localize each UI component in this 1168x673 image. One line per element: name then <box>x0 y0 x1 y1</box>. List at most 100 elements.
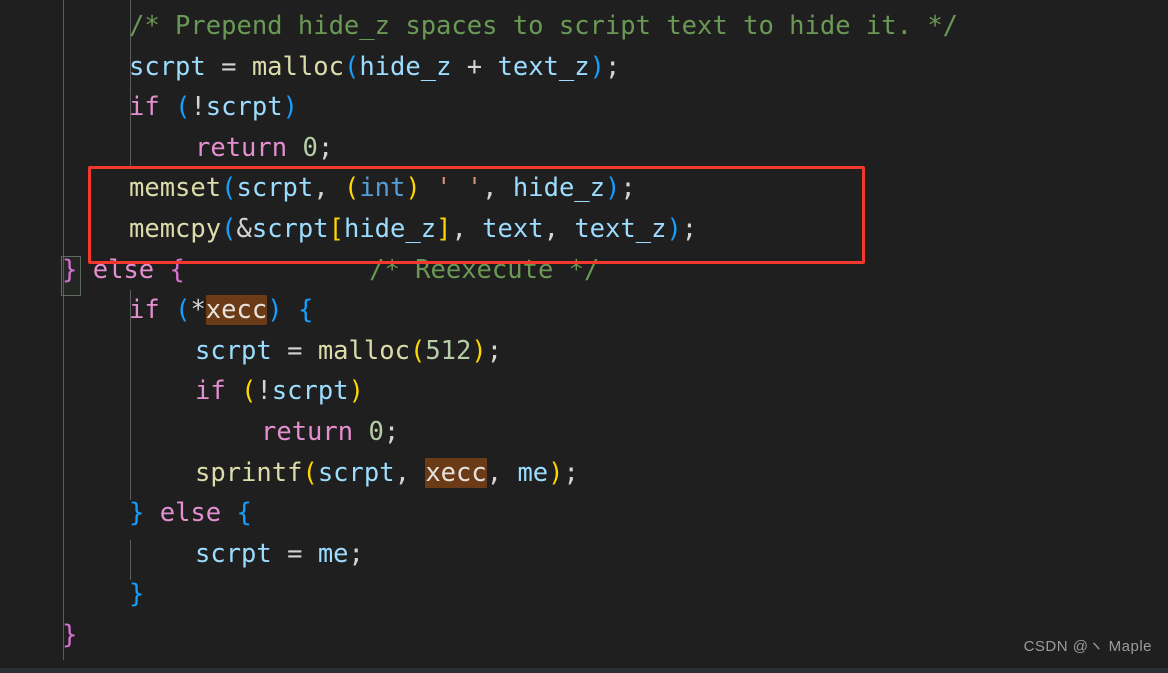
bottom-strip <box>0 668 1168 673</box>
code-token: malloc <box>317 335 410 366</box>
code-line-text: memset(scrpt, (int) ' ', hide_z); <box>129 168 636 209</box>
code-token: hide_z <box>512 173 606 204</box>
editor-surface[interactable]: /* Prepend hide_z spaces to script text … <box>0 0 1168 668</box>
code-token: { <box>236 498 252 529</box>
code-token: [ <box>328 214 344 244</box>
code-token: ; <box>563 457 579 488</box>
code-token: ( <box>221 173 237 204</box>
code-token: text <box>482 214 544 244</box>
code-token: ( <box>343 51 360 82</box>
code-token: & <box>236 214 252 244</box>
code-line[interactable]: sprintf(scrpt, xecc, me); <box>0 453 1168 494</box>
code-line[interactable]: return 0; <box>0 412 1168 453</box>
code-token: , <box>313 173 344 204</box>
code-line-text: return 0; <box>195 128 333 169</box>
code-line-text: /* Prepend hide_z spaces to script text … <box>129 6 958 47</box>
code-line-text: if (!scrpt) <box>195 371 364 412</box>
code-line-text: memcpy(&scrpt[hide_z], text, text_z); <box>129 209 697 250</box>
code-token: scrpt <box>236 173 314 204</box>
code-token: else <box>92 254 155 285</box>
code-line[interactable]: } else { /* Reexecute */ <box>0 250 1168 291</box>
code-token: ; <box>604 51 621 82</box>
code-token: ( <box>302 457 318 488</box>
code-token: text_z <box>574 214 667 244</box>
code-token: = <box>205 51 252 82</box>
code-token: else <box>159 498 222 529</box>
code-token: if <box>129 92 160 123</box>
code-token: ( <box>241 376 257 407</box>
code-line-text: } <box>129 574 144 615</box>
code-token: int <box>359 173 406 204</box>
code-line-text: } <box>62 615 77 656</box>
code-line[interactable]: } <box>0 615 1168 656</box>
code-line-text: scrpt = me; <box>195 534 364 575</box>
code-line[interactable]: } else { <box>0 493 1168 534</box>
code-token: memset <box>129 173 222 204</box>
code-token: ) <box>605 173 621 204</box>
code-token: if <box>195 376 226 407</box>
code-token: me <box>517 457 549 488</box>
code-token: scrpt <box>129 51 206 82</box>
code-token: return <box>195 132 288 163</box>
code-token: ( <box>343 173 360 204</box>
code-line[interactable]: if (!scrpt) <box>0 371 1168 412</box>
code-token: ) <box>666 214 682 244</box>
code-token: hide_z <box>343 214 437 244</box>
code-line-text: } else { <box>129 493 252 534</box>
code-token: = <box>271 335 318 366</box>
code-token: memcpy <box>129 214 222 244</box>
code-token: ; <box>486 335 503 366</box>
code-line-text: return 0; <box>261 412 399 453</box>
code-token: scrpt <box>195 335 272 366</box>
code-token: ) <box>267 295 283 326</box>
code-line[interactable]: memset(scrpt, (int) ' ', hide_z); <box>0 168 1168 209</box>
code-line[interactable]: } <box>0 574 1168 615</box>
code-token: ' ' <box>436 173 483 204</box>
code-line-text: scrpt = malloc(512); <box>195 331 502 372</box>
code-token: hide_z <box>359 51 452 82</box>
code-token: ( <box>221 214 237 244</box>
code-line[interactable]: return 0; <box>0 128 1168 169</box>
code-token: = <box>271 538 318 569</box>
code-token: scrpt <box>195 538 272 569</box>
code-token: } <box>129 579 145 610</box>
code-token: , <box>543 214 575 244</box>
code-line-text: scrpt = malloc(hide_z + text_z); <box>129 47 620 88</box>
code-line[interactable]: if (*xecc) { <box>0 290 1168 331</box>
code-token: ) <box>348 376 364 407</box>
code-token: xecc <box>425 457 487 488</box>
code-line[interactable]: scrpt = malloc(hide_z + text_z); <box>0 47 1168 88</box>
code-token: ; <box>681 214 698 244</box>
code-line[interactable]: memcpy(&scrpt[hide_z], text, text_z); <box>0 209 1168 250</box>
code-line[interactable]: scrpt = me; <box>0 534 1168 575</box>
code-line-text: sprintf(scrpt, xecc, me); <box>195 453 579 494</box>
code-token: if <box>129 295 160 326</box>
code-token: , <box>394 457 426 488</box>
code-token: + <box>451 51 498 82</box>
code-token: 0 <box>368 417 384 447</box>
code-token: ( <box>175 92 191 123</box>
code-token: text_z <box>497 51 590 82</box>
code-token: return <box>261 417 354 447</box>
code-token: scrpt <box>317 457 395 488</box>
code-token: } <box>62 620 78 650</box>
code-line[interactable]: if (!scrpt) <box>0 87 1168 128</box>
code-line[interactable]: /* Prepend hide_z spaces to script text … <box>0 6 1168 47</box>
code-token: me <box>317 538 349 569</box>
code-line[interactable]: scrpt = malloc(512); <box>0 331 1168 372</box>
code-token: ! <box>190 92 206 123</box>
code-token: ; <box>383 417 400 447</box>
code-token: ; <box>317 132 334 163</box>
code-token: , <box>486 457 518 488</box>
code-token: ) <box>282 92 298 123</box>
code-token: scrpt <box>205 92 283 123</box>
code-line-text: } else { /* Reexecute */ <box>62 250 599 291</box>
code-token: scrpt <box>251 214 329 244</box>
